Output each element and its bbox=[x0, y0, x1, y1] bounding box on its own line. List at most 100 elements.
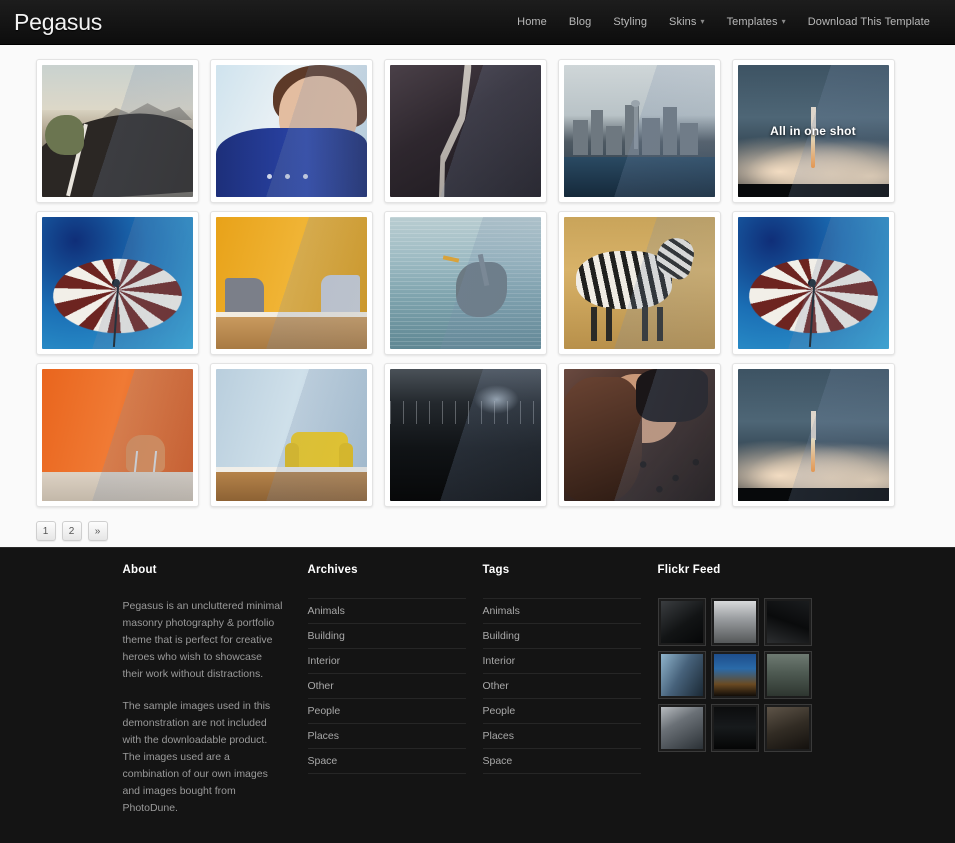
gallery-thumbnail bbox=[42, 217, 193, 349]
site-logo[interactable]: Pegasus bbox=[14, 9, 102, 36]
photo-gallery-grid: All in one shot bbox=[36, 59, 920, 507]
tags-list: Animals Building Interior Other People P… bbox=[483, 598, 641, 774]
flickr-thumbnail[interactable] bbox=[711, 651, 759, 699]
archives-item-places[interactable]: Places bbox=[308, 723, 466, 748]
photo-dark-moor-landscape bbox=[390, 369, 541, 501]
footer-column-about: About Pegasus is an uncluttered minimal … bbox=[123, 564, 308, 832]
site-footer: About Pegasus is an uncluttered minimal … bbox=[0, 547, 955, 843]
gallery-thumbnail bbox=[738, 369, 889, 501]
footer-heading-about: About bbox=[123, 564, 308, 576]
footer-column-tags: Tags Animals Building Interior Other Peo… bbox=[483, 564, 658, 832]
gallery-item[interactable] bbox=[36, 363, 199, 507]
chevron-down-icon: ▾ bbox=[700, 17, 704, 26]
nav-label: Styling bbox=[613, 16, 647, 28]
gallery-item[interactable] bbox=[732, 211, 895, 355]
tags-item-building[interactable]: Building bbox=[483, 623, 641, 648]
flickr-thumbnail[interactable] bbox=[711, 598, 759, 646]
photo-fashion-portrait-mask bbox=[564, 369, 715, 501]
photo-desert-highway bbox=[42, 65, 193, 197]
nav-item-blog[interactable]: Blog bbox=[558, 12, 602, 32]
pagination-next[interactable]: » bbox=[88, 521, 108, 541]
flickr-thumbnail[interactable] bbox=[658, 598, 706, 646]
gallery-thumbnail bbox=[390, 65, 541, 197]
flickr-thumbnail[interactable] bbox=[764, 651, 812, 699]
flickr-thumbnail[interactable] bbox=[764, 704, 812, 752]
tags-item-other[interactable]: Other bbox=[483, 673, 641, 698]
nav-item-styling[interactable]: Styling bbox=[602, 12, 658, 32]
gallery-item[interactable] bbox=[384, 211, 547, 355]
gallery-thumbnail bbox=[564, 217, 715, 349]
nav-item-skins[interactable]: Skins▾ bbox=[658, 12, 716, 32]
gallery-item[interactable] bbox=[36, 59, 199, 203]
gallery-thumbnail bbox=[738, 217, 889, 349]
flickr-thumbnail[interactable] bbox=[658, 651, 706, 699]
gallery-thumbnail: All in one shot bbox=[738, 65, 889, 197]
pagination-page-1[interactable]: 1 bbox=[36, 521, 56, 541]
gallery-thumbnail bbox=[390, 217, 541, 349]
gallery-item[interactable] bbox=[210, 363, 373, 507]
about-paragraph-2: The sample images used in this demonstra… bbox=[123, 698, 283, 817]
photo-blue-wall-yellow-sofa bbox=[216, 369, 367, 501]
archives-item-other[interactable]: Other bbox=[308, 673, 466, 698]
gallery-item[interactable] bbox=[558, 59, 721, 203]
gallery-item[interactable] bbox=[210, 59, 373, 203]
nav-item-templates[interactable]: Templates ▾ bbox=[716, 12, 797, 32]
nav-label: Blog bbox=[569, 16, 591, 28]
gallery-item[interactable] bbox=[558, 363, 721, 507]
footer-heading-tags: Tags bbox=[483, 564, 658, 576]
archives-item-building[interactable]: Building bbox=[308, 623, 466, 648]
gallery-item-caption: All in one shot bbox=[738, 124, 889, 138]
gallery-item[interactable]: All in one shot bbox=[732, 59, 895, 203]
photo-beach-umbrella-2 bbox=[738, 217, 889, 349]
nav-label: Home bbox=[517, 16, 547, 28]
gallery-thumbnail bbox=[564, 65, 715, 197]
tags-item-interior[interactable]: Interior bbox=[483, 648, 641, 673]
photo-city-skyline-harbour bbox=[564, 65, 715, 197]
photo-rocket-launch-2 bbox=[738, 369, 889, 501]
archives-item-people[interactable]: People bbox=[308, 698, 466, 723]
gallery-thumbnail bbox=[216, 65, 367, 197]
photo-beach-umbrella bbox=[42, 217, 193, 349]
site-header: Pegasus Home Blog Styling Skins▾ Templat… bbox=[0, 0, 955, 45]
tags-item-places[interactable]: Places bbox=[483, 723, 641, 748]
pagination-page-2[interactable]: 2 bbox=[62, 521, 82, 541]
flickr-thumbnail[interactable] bbox=[658, 704, 706, 752]
footer-heading-flickr-feed: Flickr Feed bbox=[658, 564, 833, 576]
archives-item-animals[interactable]: Animals bbox=[308, 598, 466, 623]
nav-item-download-this-template[interactable]: Download This Template bbox=[797, 12, 941, 32]
photo-zebra-in-grass bbox=[564, 217, 715, 349]
gallery-item[interactable] bbox=[36, 211, 199, 355]
nav-label: Download This Template bbox=[808, 16, 930, 28]
footer-column-archives: Archives Animals Building Interior Other… bbox=[308, 564, 483, 832]
archives-item-space[interactable]: Space bbox=[308, 748, 466, 774]
gallery-thumbnail bbox=[216, 217, 367, 349]
tags-item-animals[interactable]: Animals bbox=[483, 598, 641, 623]
gallery-item[interactable] bbox=[384, 59, 547, 203]
chevron-down-icon: ▾ bbox=[782, 17, 786, 26]
nav-label: Templates bbox=[727, 16, 778, 28]
tags-item-space[interactable]: Space bbox=[483, 748, 641, 774]
footer-heading-archives: Archives bbox=[308, 564, 483, 576]
gallery-thumbnail bbox=[42, 369, 193, 501]
tags-item-people[interactable]: People bbox=[483, 698, 641, 723]
gallery-item[interactable] bbox=[210, 211, 373, 355]
flickr-thumbnail-grid bbox=[658, 598, 816, 752]
archives-list: Animals Building Interior Other People P… bbox=[308, 598, 466, 774]
gallery-item[interactable] bbox=[732, 363, 895, 507]
pagination: 1 2 » bbox=[36, 521, 920, 541]
photo-heron-on-water bbox=[390, 217, 541, 349]
photo-yellow-wall-interior bbox=[216, 217, 367, 349]
archives-item-interior[interactable]: Interior bbox=[308, 648, 466, 673]
photo-orange-wall-chair bbox=[42, 369, 193, 501]
nav-item-home[interactable]: Home bbox=[506, 12, 558, 32]
footer-columns: About Pegasus is an uncluttered minimal … bbox=[123, 564, 833, 832]
gallery-item[interactable] bbox=[558, 211, 721, 355]
flickr-thumbnail[interactable] bbox=[764, 598, 812, 646]
flickr-thumbnail[interactable] bbox=[711, 704, 759, 752]
gallery-thumbnail bbox=[390, 369, 541, 501]
photo-smiling-woman-portrait bbox=[216, 65, 367, 197]
photo-winding-mountain-road bbox=[390, 65, 541, 197]
gallery-item[interactable] bbox=[384, 363, 547, 507]
gallery-thumbnail bbox=[564, 369, 715, 501]
main-content: All in one shot bbox=[0, 45, 955, 547]
